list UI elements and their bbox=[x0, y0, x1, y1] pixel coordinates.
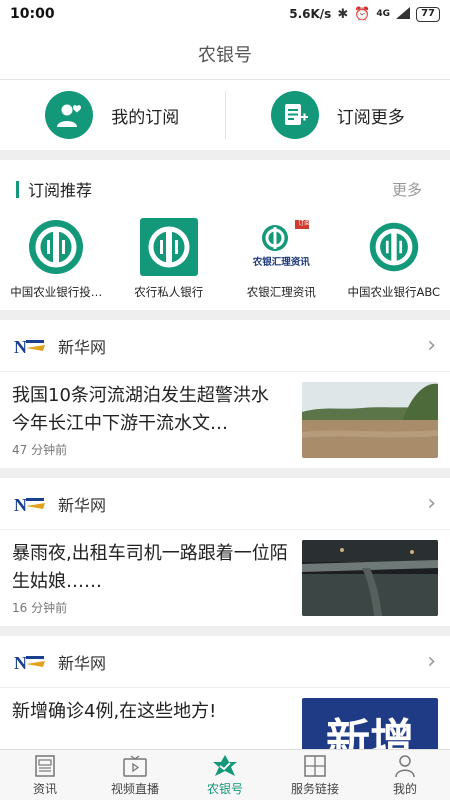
chevron-right-icon: › bbox=[427, 333, 436, 358]
chevron-right-icon: › bbox=[427, 649, 436, 674]
source-row[interactable]: N 新华网 › bbox=[0, 636, 450, 688]
section-gap bbox=[0, 626, 450, 636]
recommend-item-name: 中国农业银行ABC bbox=[347, 285, 441, 299]
source-row[interactable]: N 新华网 › bbox=[0, 320, 450, 372]
article-title: 暴雨夜,出租车司机一路跟着一位陌生姑娘…… bbox=[12, 543, 288, 592]
section-gap bbox=[0, 310, 450, 320]
xinhua-logo-icon: N bbox=[14, 494, 46, 515]
signal-icon bbox=[396, 6, 411, 22]
recommend-item[interactable]: 中国农业银行投… bbox=[0, 218, 113, 300]
nav-label: 资讯 bbox=[32, 781, 57, 796]
abc-logo-icon bbox=[26, 218, 86, 276]
nav-tab-news[interactable]: 资讯 bbox=[0, 750, 90, 800]
nav-label: 农银号 bbox=[206, 781, 243, 796]
svg-text:N: N bbox=[14, 495, 27, 514]
subscribe-more-label: 订阅更多 bbox=[336, 107, 405, 128]
alarm-icon: ⏰ bbox=[354, 6, 371, 22]
nav-tab-me[interactable]: 我的 bbox=[360, 750, 450, 800]
nav-tab-nongyinhao[interactable]: 农银号 bbox=[180, 750, 270, 800]
article-text: 暴雨夜,出租车司机一路跟着一位陌生姑娘…… 16 分钟前 bbox=[12, 540, 302, 616]
news-icon bbox=[32, 754, 58, 778]
section-gap bbox=[0, 468, 450, 478]
status-bar: 10:00 5.6K/s ✱ ⏰ 4G 77 bbox=[0, 0, 450, 28]
subscribe-more-button[interactable]: 订阅更多 bbox=[226, 80, 450, 150]
source-name: 新华网 bbox=[58, 495, 107, 515]
article-row[interactable]: 暴雨夜,出租车司机一路跟着一位陌生姑娘…… 16 分钟前 bbox=[0, 530, 450, 626]
recommend-more-link[interactable]: 更多 bbox=[392, 179, 422, 200]
network-speed: 5.6K/s bbox=[289, 7, 332, 21]
feed-card: N 新华网 › 暴雨夜,出租车司机一路跟着一位陌生姑娘…… 16 分钟前 bbox=[0, 478, 450, 626]
source-name: 新华网 bbox=[58, 653, 107, 673]
page-title: 农银号 bbox=[198, 44, 252, 66]
article-title: 我国10条河流湖泊发生超警洪水 今年长江中下游干流水文… bbox=[12, 385, 269, 434]
abc-square-logo-icon bbox=[139, 218, 199, 276]
article-title: 新增确诊4例,在这些地方! bbox=[12, 701, 217, 722]
my-subscriptions-button[interactable]: 我的订阅 bbox=[0, 80, 225, 150]
star-icon bbox=[212, 754, 238, 778]
recommend-title-wrap: 订阅推荐 bbox=[16, 177, 92, 201]
bottom-nav: 资讯 视频直播 农银号 服务链接 我的 bbox=[0, 749, 450, 800]
recommend-list: 中国农业银行投… 农行私人银行 订阅 农银汇理资讯 农银汇理资讯 中国农业银行A… bbox=[0, 218, 450, 300]
nav-label: 服务链接 bbox=[290, 781, 339, 796]
recommend-item[interactable]: 订阅 农银汇理资讯 农银汇理资讯 bbox=[225, 218, 338, 300]
abc-news-logo-icon: 订阅 农银汇理资讯 bbox=[251, 218, 311, 276]
recommend-title: 订阅推荐 bbox=[28, 181, 93, 200]
network-type: 4G bbox=[376, 9, 391, 19]
recommend-item-name: 中国农业银行投… bbox=[10, 285, 103, 299]
nav-label: 我的 bbox=[392, 781, 417, 796]
xinhua-logo-icon: N bbox=[14, 652, 46, 673]
recommend-item[interactable]: 中国农业银行ABC bbox=[338, 218, 450, 300]
app-screen: 10:00 5.6K/s ✱ ⏰ 4G 77 农银号 我的订阅 订阅更多 订阅推… bbox=[0, 0, 450, 800]
night-rain-thumbnail bbox=[302, 540, 438, 616]
abc-logo-icon bbox=[364, 218, 424, 276]
article-time: 16 分钟前 bbox=[12, 601, 68, 615]
recommend-header: 订阅推荐 更多 bbox=[0, 160, 450, 218]
logo-badge: 订阅 bbox=[298, 220, 311, 227]
battery-indicator: 77 bbox=[416, 6, 440, 22]
my-subscriptions-label: 我的订阅 bbox=[111, 107, 180, 128]
nav-tab-video-live[interactable]: 视频直播 bbox=[90, 750, 180, 800]
status-time: 10:00 bbox=[10, 6, 55, 22]
source-name: 新华网 bbox=[58, 337, 107, 357]
source-row[interactable]: N 新华网 › bbox=[0, 478, 450, 530]
flood-river-thumbnail bbox=[302, 382, 438, 458]
bluetooth-icon: ✱ bbox=[337, 6, 349, 22]
person-icon bbox=[392, 754, 418, 778]
subscription-row: 我的订阅 订阅更多 bbox=[0, 80, 450, 150]
recommend-item-name: 农行私人银行 bbox=[134, 285, 204, 299]
svg-text:N: N bbox=[14, 653, 27, 672]
logo-wordmark: 农银汇理资讯 bbox=[252, 257, 310, 268]
article-text: 我国10条河流湖泊发生超警洪水 今年长江中下游干流水文… 47 分钟前 bbox=[12, 382, 302, 458]
recommend-item[interactable]: 农行私人银行 bbox=[113, 218, 226, 300]
section-gap bbox=[0, 150, 450, 160]
chevron-right-icon: › bbox=[427, 491, 436, 516]
recommend-item-name: 农银汇理资讯 bbox=[246, 285, 316, 299]
user-heart-icon bbox=[45, 91, 94, 139]
tv-icon bbox=[122, 754, 148, 778]
nav-tab-service-links[interactable]: 服务链接 bbox=[270, 750, 360, 800]
recommend-section: 订阅推荐 更多 中国农业银行投… 农行私人银行 订阅 农银汇理资讯 农银汇理资讯… bbox=[0, 160, 450, 310]
grid-icon bbox=[302, 754, 328, 778]
svg-text:N: N bbox=[14, 337, 27, 356]
feed-card: N 新华网 › 我国10条河流湖泊发生超警洪水 今年长江中下游干流水文… 47 … bbox=[0, 320, 450, 468]
section-marker bbox=[16, 180, 19, 198]
doc-plus-icon bbox=[270, 91, 319, 139]
article-row[interactable]: 我国10条河流湖泊发生超警洪水 今年长江中下游干流水文… 47 分钟前 bbox=[0, 372, 450, 468]
title-bar: 农银号 bbox=[0, 28, 450, 80]
article-time: 47 分钟前 bbox=[12, 443, 68, 457]
xinhua-logo-icon: N bbox=[14, 336, 46, 357]
nav-label: 视频直播 bbox=[110, 781, 159, 796]
status-indicators: 5.6K/s ✱ ⏰ 4G 77 bbox=[289, 6, 440, 22]
